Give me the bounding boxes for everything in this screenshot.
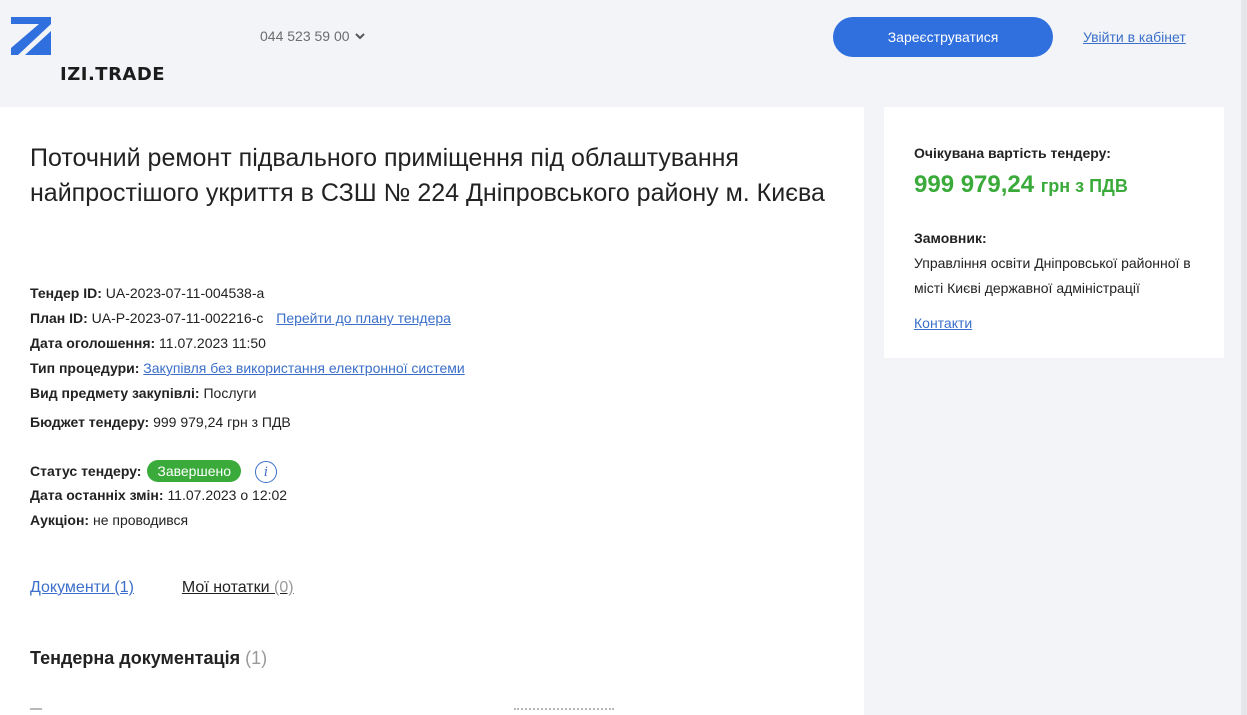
subject-label: Вид предмету закупівлі:: [30, 385, 200, 401]
logo-text: IZI.TRADE: [60, 64, 166, 85]
plan-link[interactable]: Перейти до плану тендера: [276, 310, 451, 326]
tab-documents[interactable]: Документи (1): [30, 579, 134, 597]
expected-value-label: Очікувана вартість тендеру:: [914, 145, 1111, 161]
tender-id-label: Тендер ID:: [30, 285, 102, 301]
tender-docs-title: Тендерна документація: [30, 648, 241, 668]
status-row: Статус тендеру: Завершено i: [30, 460, 277, 484]
docs-table-header-right: [514, 708, 614, 714]
budget-value: 999 979,24 грн з ПДВ: [153, 414, 291, 430]
status-badge: Завершено: [147, 460, 242, 482]
tender-summary-card: Очікувана вартість тендеру: 999 979,24 г…: [884, 107, 1224, 358]
last-changed-row: Дата останніх змін: 11.07.2023 о 12:02: [30, 487, 287, 503]
plan-id-value: UA-P-2023-07-11-002216-c: [91, 310, 264, 326]
procedure-label: Тип процедури:: [30, 360, 140, 376]
last-changed-label: Дата останніх змін:: [30, 487, 164, 503]
plan-id-row: План ID: UA-P-2023-07-11-002216-c Перейт…: [30, 310, 451, 326]
procedure-row: Тип процедури: Закупівля без використанн…: [30, 360, 465, 376]
tender-docs-count: (1): [245, 648, 268, 668]
last-changed-value: 11.07.2023 о 12:02: [167, 487, 288, 503]
register-button[interactable]: Зареєструватися: [833, 17, 1053, 57]
tender-main-card: Поточний ремонт підвального приміщення п…: [0, 107, 864, 715]
auction-row: Аукціон: не проводився: [30, 512, 188, 528]
login-link[interactable]: Увійти в кабінет: [1083, 29, 1186, 45]
announce-date-row: Дата оголошення: 11.07.2023 11:50: [30, 335, 266, 351]
procedure-link[interactable]: Закупівля без використання електронної с…: [143, 360, 464, 376]
docs-table-header-left: [30, 708, 42, 714]
contacts-link[interactable]: Контакти: [914, 315, 972, 331]
tab-my-notes[interactable]: Мої нотатки (0): [182, 579, 294, 597]
customer-label: Замовник:: [914, 230, 987, 246]
announce-date-label: Дата оголошення:: [30, 335, 156, 351]
plan-id-label: План ID:: [30, 310, 88, 326]
price-amount: 999 979,24: [914, 171, 1035, 198]
chevron-down-icon: [354, 33, 365, 40]
tender-tabs: Документи (1) Мої нотатки (0): [30, 579, 294, 597]
page: IZI.TRADE 044 523 59 00 Зареєструватися …: [0, 0, 1247, 715]
scrollbar[interactable]: [1241, 0, 1247, 715]
auction-label: Аукціон:: [30, 512, 90, 528]
expected-value: 999 979,24 грн з ПДВ: [914, 171, 1128, 199]
auction-value: не проводився: [92, 512, 189, 528]
budget-label: Бюджет тендеру:: [30, 414, 150, 430]
announce-date-value: 11.07.2023 11:50: [159, 335, 266, 351]
info-icon[interactable]: i: [254, 461, 277, 484]
tender-docs-heading: Тендерна документація (1): [30, 648, 267, 669]
izi-trade-logo[interactable]: IZI.TRADE: [11, 17, 171, 87]
tender-id-value: UA-2023-07-11-004538-a: [105, 285, 265, 301]
price-unit: грн з ПДВ: [1040, 176, 1128, 196]
izi-trade-logo-icon: [11, 17, 51, 55]
tab-my-notes-label: Мої нотатки: [181, 579, 270, 596]
subject-row: Вид предмету закупівлі: Послуги: [30, 385, 256, 401]
tab-my-notes-count: (0): [274, 579, 294, 596]
customer-name: Управління освіти Дніпровської районної …: [914, 255, 1191, 296]
status-label: Статус тендеру:: [30, 463, 142, 479]
phone-selector[interactable]: 044 523 59 00: [260, 28, 366, 44]
tender-title: Поточний ремонт підвального приміщення п…: [30, 144, 825, 207]
budget-row: Бюджет тендеру: 999 979,24 грн з ПДВ: [30, 414, 291, 430]
subject-value: Послуги: [203, 385, 257, 401]
phone-number: 044 523 59 00: [260, 28, 350, 44]
tender-id-row: Тендер ID: UA-2023-07-11-004538-a: [30, 285, 264, 301]
